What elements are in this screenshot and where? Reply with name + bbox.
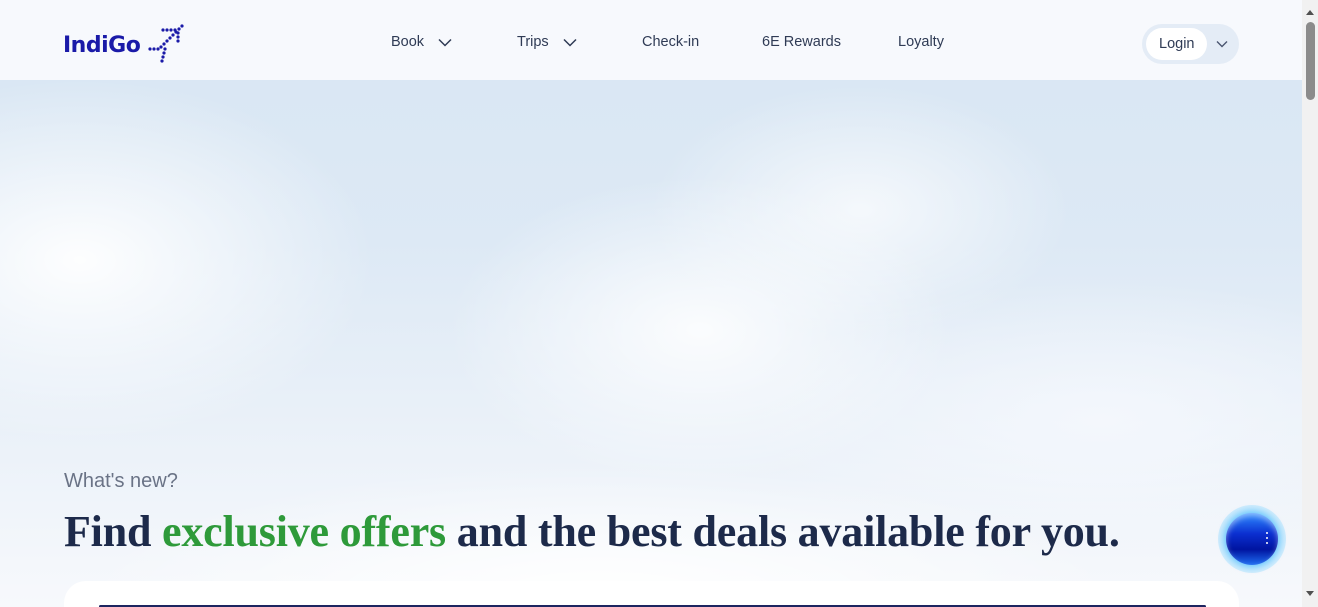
nav-item-label: Loyalty bbox=[898, 34, 944, 50]
headline-text-end: and the best deals available for you. bbox=[445, 507, 1120, 556]
nav-item-label: Book bbox=[391, 34, 425, 50]
nav-item-check-in[interactable]: Check-in bbox=[642, 34, 762, 50]
headline-highlight: exclusive offers bbox=[162, 507, 446, 556]
scroll-down-arrow-icon[interactable] bbox=[1302, 586, 1318, 602]
chevron-down-icon[interactable] bbox=[1216, 40, 1228, 48]
nav-item-6e-rewards[interactable]: 6E Rewards bbox=[762, 34, 898, 50]
vertical-scrollbar[interactable] bbox=[1302, 0, 1318, 607]
assistant-orb-icon bbox=[1226, 513, 1278, 565]
offers-headline: Find exclusive offers and the best deals… bbox=[64, 506, 1120, 557]
chevron-down-icon bbox=[438, 38, 452, 47]
nav-item-book[interactable]: Book bbox=[391, 34, 517, 50]
headline-text-start: Find bbox=[64, 507, 163, 556]
login-control: Login bbox=[1142, 24, 1239, 64]
scrollbar-thumb[interactable] bbox=[1306, 22, 1315, 100]
login-button[interactable]: Login bbox=[1146, 28, 1208, 60]
nav-item-label: 6E Rewards bbox=[762, 34, 841, 50]
scroll-up-arrow-icon[interactable] bbox=[1302, 4, 1318, 20]
chat-assistant-button[interactable] bbox=[1218, 505, 1286, 573]
offers-card bbox=[64, 581, 1239, 607]
nav-item-label: Trips bbox=[517, 34, 549, 50]
chevron-down-icon bbox=[563, 38, 577, 47]
indigo-logo[interactable]: IndiGo bbox=[63, 22, 188, 69]
nav-item-loyalty[interactable]: Loyalty bbox=[898, 34, 944, 50]
site-header: IndiGo Book Trips Check-in 6E Rewards Lo… bbox=[0, 0, 1302, 80]
nav-item-trips[interactable]: Trips bbox=[517, 34, 642, 50]
section-eyebrow: What's new? bbox=[64, 470, 178, 492]
plane-dots-icon bbox=[146, 22, 188, 69]
main-nav: Book Trips Check-in 6E Rewards Loyalty bbox=[391, 34, 944, 50]
nav-item-label: Check-in bbox=[642, 34, 700, 50]
logo-text: IndiGo bbox=[63, 33, 141, 58]
